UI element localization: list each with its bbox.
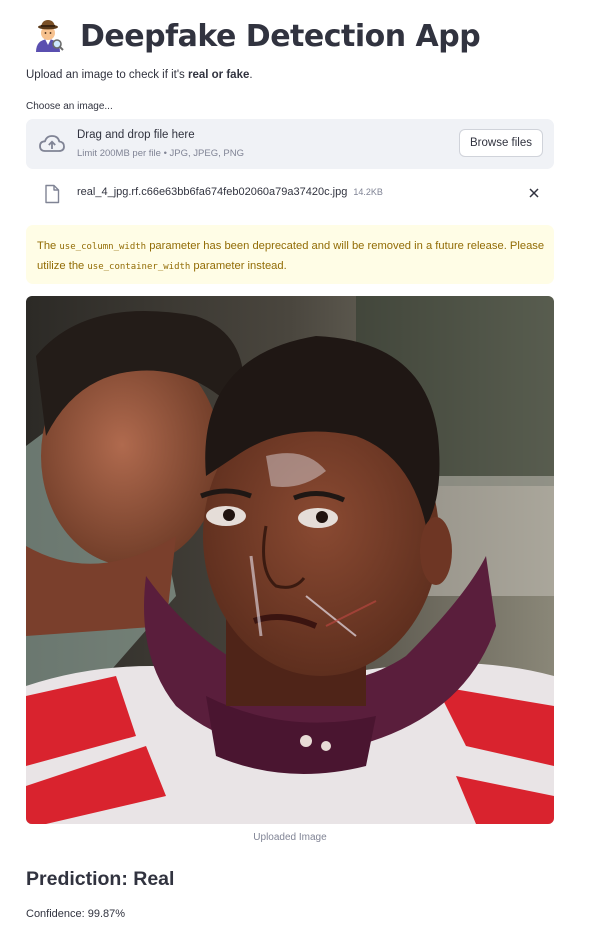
intro-text: Upload an image to check if it's real or… <box>26 69 253 81</box>
intro-emphasis: real or fake <box>188 69 250 81</box>
app-title: Deepfake Detection App <box>80 18 481 54</box>
intro-text-after: . <box>249 69 253 81</box>
warning-part-3: parameter instead. <box>190 260 287 272</box>
browse-files-button[interactable]: Browse files <box>459 129 543 157</box>
app-page: Deepfake Detection App Upload an image t… <box>0 0 597 925</box>
deprecation-warning: The use_column_width parameter has been … <box>26 225 554 284</box>
file-icon <box>45 184 60 204</box>
warning-code-2: use_container_width <box>87 262 191 272</box>
uploaded-file-item: real_4_jpg.rf.c66e63bb6fa674feb02060a79a… <box>26 180 554 208</box>
file-name-line: real_4_jpg.rf.c66e63bb6fa674feb02060a79a… <box>77 186 383 198</box>
dropzone-limit: Limit 200MB per file • JPG, JPEG, PNG <box>77 148 244 159</box>
intro-text-before: Upload an image to check if it's <box>26 69 188 81</box>
prediction-heading: Prediction: Real <box>26 868 175 890</box>
close-icon[interactable] <box>528 187 540 199</box>
warning-part-1: The <box>37 240 60 252</box>
confidence-text: Confidence: 99.87% <box>26 908 126 920</box>
uploader-label: Choose an image... <box>26 101 113 112</box>
cloud-upload-icon <box>39 135 65 152</box>
file-size: 14.2KB <box>353 187 383 197</box>
page-title: Deepfake Detection App <box>30 14 481 58</box>
warning-text: The use_column_width parameter has been … <box>37 237 547 277</box>
warning-code-1: use_column_width <box>59 242 147 252</box>
file-dropzone[interactable]: Drag and drop file here Limit 200MB per … <box>26 119 554 169</box>
uploaded-image <box>26 296 554 824</box>
detective-emoji-icon <box>36 20 64 52</box>
uploaded-image-photo <box>26 296 554 824</box>
dropzone-instructions: Drag and drop file here <box>77 129 195 141</box>
image-caption: Uploaded Image <box>253 832 327 843</box>
file-name: real_4_jpg.rf.c66e63bb6fa674feb02060a79a… <box>77 186 348 198</box>
